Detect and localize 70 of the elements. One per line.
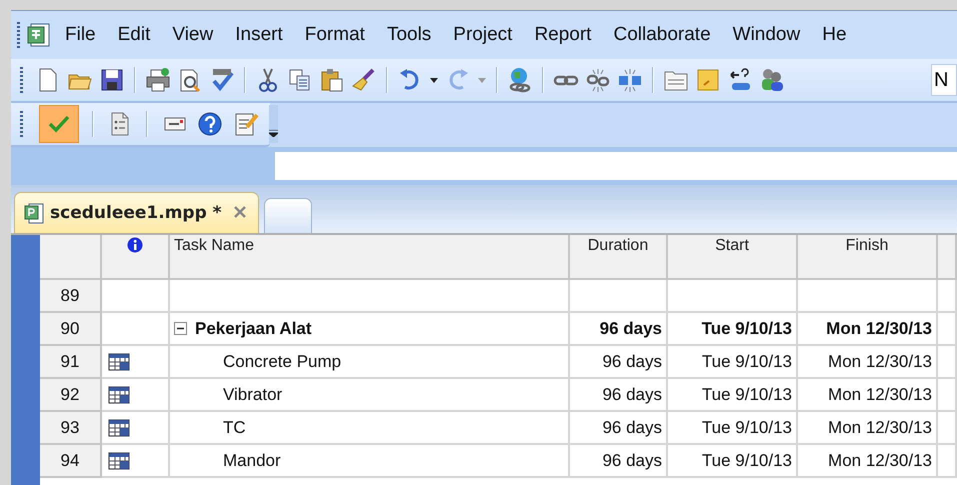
table-cell: Tue 9/10/13 — [668, 379, 798, 412]
table-cell — [938, 445, 957, 478]
menu-item[interactable]: Project — [442, 24, 524, 46]
menu-item[interactable]: Window — [722, 24, 812, 46]
help-icon[interactable] — [197, 110, 223, 138]
calendar-icon — [108, 452, 130, 470]
calendar-icon — [108, 352, 130, 370]
table-cell: Mon 12/30/13 — [798, 412, 938, 445]
table-cell — [938, 313, 957, 346]
table-cell — [938, 379, 957, 412]
print-icon[interactable] — [145, 66, 171, 94]
menu-item[interactable]: View — [161, 24, 224, 46]
table-cell — [938, 412, 957, 445]
calendar-icon — [108, 418, 130, 436]
task-name: Vibrator — [223, 384, 282, 404]
task-name: Pekerjaan Alat — [195, 318, 312, 338]
table-cell: 96 days — [570, 445, 668, 478]
table-cell: 96 days — [570, 346, 668, 379]
table-cell — [938, 280, 957, 313]
row-number[interactable]: 94 — [40, 445, 102, 478]
table-cell: Mon 12/30/13 — [798, 346, 938, 379]
row-number[interactable]: 90 — [40, 313, 102, 346]
menu-item[interactable]: He — [811, 24, 858, 46]
table-cell: Tue 9/10/13 — [668, 313, 798, 346]
column-header[interactable] — [102, 235, 170, 280]
info-icon — [127, 237, 143, 253]
broken-link-icon[interactable] — [585, 66, 611, 94]
table-cell: Tue 9/10/13 — [668, 445, 798, 478]
document-tab[interactable]: sceduleee1.mpp * — [14, 192, 259, 233]
menu-item[interactable]: Insert — [224, 24, 294, 46]
column-header[interactable]: Finish — [798, 235, 938, 280]
table-cell: Mon 12/30/13 — [798, 379, 938, 412]
column-header[interactable]: Duration — [570, 235, 668, 280]
collapse-icon[interactable] — [174, 322, 187, 335]
split-task-icon[interactable] — [617, 66, 643, 94]
checkmark-icon[interactable] — [39, 105, 79, 143]
table-cell: Tue 9/10/13 — [668, 346, 798, 379]
table-cell: Tue 9/10/13 — [668, 412, 798, 445]
table-cell — [102, 280, 170, 313]
toolbar-options-icon[interactable] — [269, 105, 278, 143]
table-cell: 96 days — [570, 313, 668, 346]
font-field[interactable]: N — [931, 64, 957, 96]
column-header[interactable]: Start — [668, 235, 798, 280]
menu-item[interactable]: Edit — [106, 24, 162, 46]
table-cell: Mon 12/30/13 — [798, 445, 938, 478]
table-cell: Mon 12/30/13 — [798, 313, 938, 346]
table-cell: 96 days — [570, 379, 668, 412]
row-number[interactable]: 92 — [40, 379, 102, 412]
menu-item[interactable]: Tools — [376, 24, 442, 46]
table-cell — [938, 346, 957, 379]
menu-item[interactable]: File — [54, 24, 107, 46]
table-cell: 96 days — [570, 412, 668, 445]
column-header[interactable]: Task Name — [170, 235, 570, 280]
globe-link-icon[interactable] — [507, 66, 533, 94]
clipboard-icon[interactable] — [319, 66, 345, 94]
row-number[interactable]: 89 — [40, 280, 102, 313]
menu-item[interactable]: Format — [294, 24, 376, 46]
menu-item[interactable]: Report — [523, 24, 602, 46]
users-icon[interactable] — [759, 66, 785, 94]
task-name: Concrete Pump — [223, 352, 342, 372]
row-number[interactable]: 93 — [40, 412, 102, 445]
task-name: TC — [223, 418, 246, 438]
close-icon[interactable] — [234, 206, 246, 218]
app-icon[interactable] — [26, 22, 52, 48]
row-number[interactable]: 91 — [40, 346, 102, 379]
task-name: Mandor — [223, 450, 281, 470]
menu-item[interactable]: Collaborate — [602, 24, 722, 46]
project-file-icon — [24, 202, 44, 224]
entry-field[interactable] — [275, 152, 957, 180]
calendar-icon — [108, 386, 130, 404]
